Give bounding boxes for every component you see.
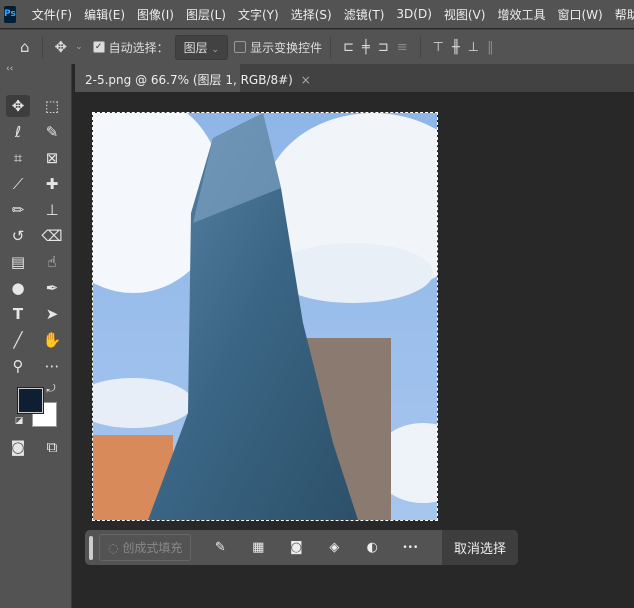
stamp-tool-icon[interactable]: ⊥ <box>40 199 64 221</box>
modify-selection-icon[interactable]: ✎ <box>201 540 239 555</box>
path-select-tool-icon[interactable]: ➤ <box>40 303 64 325</box>
menu-select[interactable]: 选择(S) <box>285 6 338 23</box>
line-tool-icon[interactable]: ╱ <box>6 329 30 351</box>
divider <box>41 36 43 58</box>
align-top-icon[interactable]: ⊤ <box>429 40 448 55</box>
auto-select-checkbox[interactable]: ✓ 自动选择： <box>92 39 169 56</box>
menu-3d[interactable]: 3D(D) <box>390 7 437 21</box>
eraser-tool-icon[interactable]: ⌫ <box>40 225 64 247</box>
show-transform-label: 显示变换控件 <box>250 40 323 55</box>
frame-tool-icon[interactable]: ⊠ <box>40 147 64 169</box>
distribute-icon[interactable]: ≡ <box>393 40 412 55</box>
quick-mask-icon[interactable]: ◙ <box>6 436 30 458</box>
pen-tool-icon[interactable]: ✒ <box>40 277 64 299</box>
smudge-tool-icon[interactable]: ☝ <box>40 251 64 273</box>
options-bar: ⌂ ✥ ⌄ ✓ 自动选择： 图层 ⌄ 显示变换控件 ⊏ ╪ ⊐ ≡ ⊤ ╫ ⊥ ‖ <box>0 29 634 64</box>
marquee-tool-icon[interactable]: ⬚ <box>40 95 64 117</box>
auto-select-target-dropdown[interactable]: 图层 ⌄ <box>174 34 229 60</box>
healing-brush-tool-icon[interactable]: ✚ <box>40 173 64 195</box>
align-right-icon[interactable]: ⊐ <box>374 40 393 55</box>
document-tab-title: 2-5.png @ 66.7% (图层 1, RGB/8#) <box>85 73 293 87</box>
menu-plugins[interactable]: 增效工具 <box>491 6 551 23</box>
menu-type[interactable]: 文字(Y) <box>232 6 285 23</box>
drag-handle[interactable] <box>89 535 93 560</box>
show-transform-checkbox[interactable]: 显示变换控件 <box>234 39 322 56</box>
checkbox-icon[interactable] <box>234 41 247 53</box>
canvas-image[interactable] <box>43 93 483 521</box>
divider <box>330 36 332 58</box>
menu-view[interactable]: 视图(V) <box>438 6 492 23</box>
distribute-vertical-icon[interactable]: ‖ <box>483 40 498 55</box>
menu-file[interactable]: 文件(F) <box>26 6 78 23</box>
more-tools-icon[interactable]: ⋯ <box>40 355 64 377</box>
align-left-icon[interactable]: ⊏ <box>339 40 358 55</box>
generative-fill-label: 创成式填充 <box>122 541 183 555</box>
history-brush-tool-icon[interactable]: ↺ <box>6 225 30 247</box>
generative-fill-button[interactable]: ◌ 创成式填充 <box>99 534 192 561</box>
move-tool-icon[interactable]: ✥ <box>6 95 30 117</box>
photo-building <box>43 93 483 520</box>
eyedropper-tool-icon[interactable]: ⟋ <box>6 173 30 195</box>
menu-image[interactable]: 图像(I) <box>131 6 180 23</box>
tools-panel: ‹‹ ✥ ⬚ ℓ ✎ ⌗ ⊠ ⟋ ✚ ✏ ⊥ ↺ ⌫ ▤ ☝ ● ✒ T ➤ ╱… <box>0 64 72 608</box>
align-hcenter-icon[interactable]: ╪ <box>358 40 374 55</box>
menu-help[interactable]: 帮助(H) <box>609 6 634 23</box>
create-mask-icon[interactable]: ◙ <box>277 540 315 555</box>
align-bottom-icon[interactable]: ⊥ <box>464 40 483 55</box>
lasso-tool-icon[interactable]: ℓ <box>6 121 30 143</box>
collapse-panel-icon[interactable]: ‹‹ <box>6 64 13 74</box>
more-options-icon[interactable]: ••• <box>391 543 429 553</box>
close-tab-icon[interactable]: × <box>301 73 311 87</box>
document-tab-bar: 2-5.png @ 66.7% (图层 1, RGB/8#) × <box>75 64 634 92</box>
crop-tool-icon[interactable]: ⌗ <box>6 147 30 169</box>
menu-edit[interactable]: 编辑(E) <box>78 6 131 23</box>
type-tool-icon[interactable]: T <box>6 303 30 325</box>
divider <box>419 36 421 58</box>
chevron-down-icon[interactable]: ⌄ <box>71 42 87 52</box>
dropdown-value: 图层 <box>183 40 208 55</box>
menu-window[interactable]: 窗口(W) <box>551 6 608 23</box>
auto-select-label: 自动选择： <box>108 40 169 55</box>
generative-fill-icon: ◌ <box>108 541 119 555</box>
checkbox-checked-icon[interactable]: ✓ <box>92 41 105 53</box>
swap-colors-icon[interactable]: ⤾ <box>44 382 58 396</box>
hand-tool-icon[interactable]: ✋ <box>40 329 64 351</box>
deselect-button[interactable]: 取消选择 <box>441 530 518 565</box>
move-tool-icon[interactable]: ✥ <box>51 38 72 56</box>
gradient-tool-icon[interactable]: ▤ <box>6 251 30 273</box>
foreground-color-swatch[interactable] <box>17 387 44 414</box>
contextual-task-bar: ◌ 创成式填充 ✎ ▦ ◙ ◈ ◐ ••• 取消选择 <box>85 530 518 565</box>
adjustment-layer-icon[interactable]: ◐ <box>353 540 391 555</box>
photoshop-logo: Ps <box>4 5 16 23</box>
chevron-down-icon: ⌄ <box>211 44 220 55</box>
quick-select-tool-icon[interactable]: ✎ <box>40 121 64 143</box>
home-icon[interactable]: ⌂ <box>16 38 34 56</box>
zoom-tool-icon[interactable]: ⚲ <box>6 355 30 377</box>
menu-filter[interactable]: 滤镜(T) <box>338 6 391 23</box>
brush-tool-icon[interactable]: ✏ <box>6 199 30 221</box>
screen-mode-icon[interactable]: ⧉ <box>40 436 64 458</box>
menu-bar: Ps 文件(F) 编辑(E) 图像(I) 图层(L) 文字(Y) 选择(S) 滤… <box>0 0 634 28</box>
dodge-tool-icon[interactable]: ● <box>6 277 30 299</box>
fill-selection-icon[interactable]: ◈ <box>315 540 353 555</box>
document-tab[interactable]: 2-5.png @ 66.7% (图层 1, RGB/8#) × <box>75 64 311 92</box>
align-vcenter-icon[interactable]: ╫ <box>448 40 464 55</box>
invert-selection-icon[interactable]: ▦ <box>239 540 277 555</box>
menu-layer[interactable]: 图层(L) <box>180 6 232 23</box>
default-colors-icon[interactable]: ◪ <box>12 414 26 428</box>
